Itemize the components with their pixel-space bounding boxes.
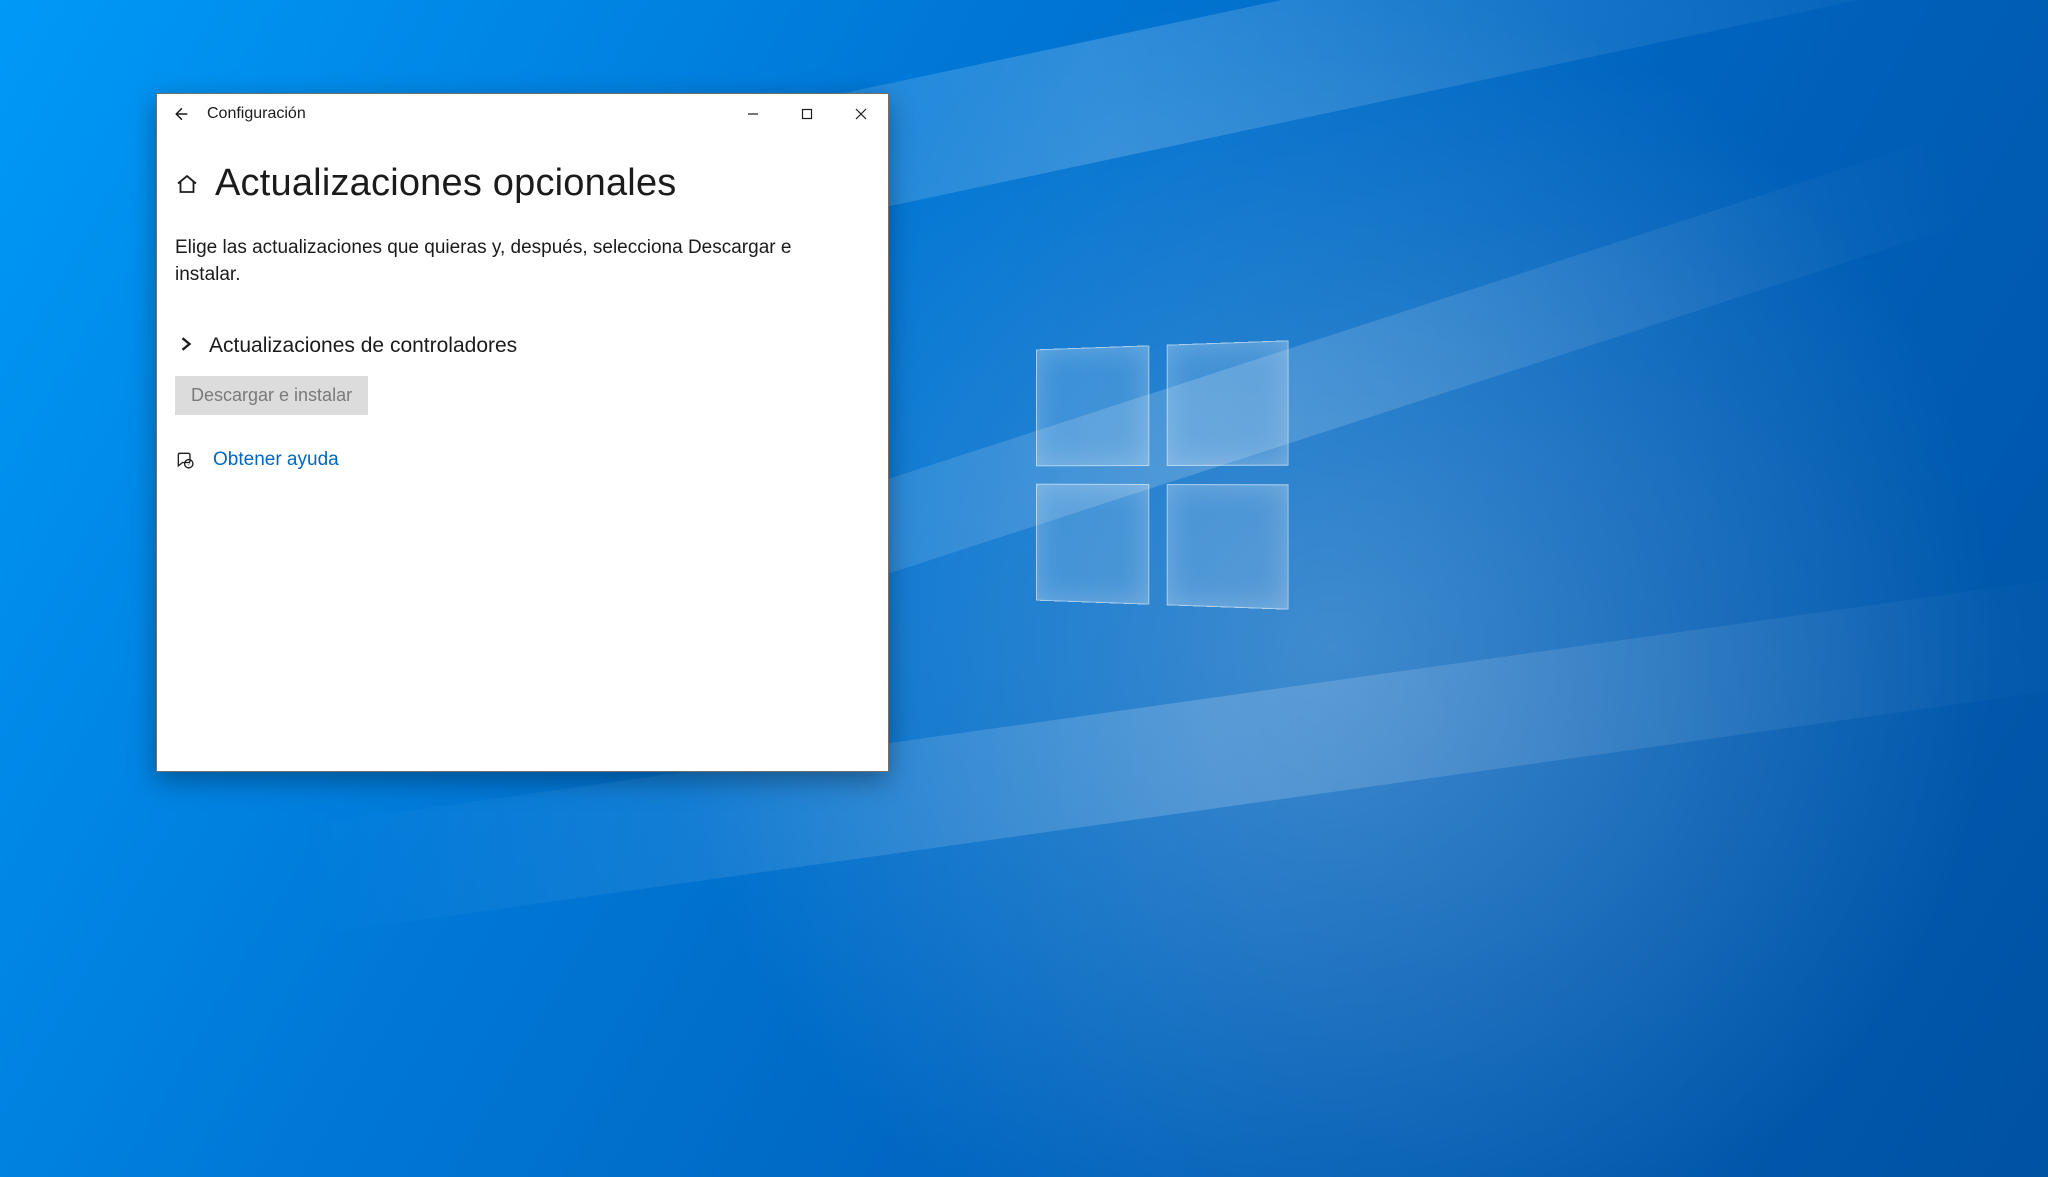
arrow-left-icon <box>171 105 189 123</box>
home-icon[interactable] <box>175 172 199 196</box>
titlebar: Configuración <box>157 94 888 134</box>
back-button[interactable] <box>157 94 203 134</box>
chevron-right-icon <box>179 337 197 355</box>
download-install-button[interactable]: Descargar e instalar <box>175 376 368 415</box>
settings-window: Configuración Actualizaciones opcionales… <box>156 93 889 772</box>
windows-logo-icon <box>1036 340 1289 609</box>
close-button[interactable] <box>834 94 888 134</box>
help-chat-icon: ? <box>175 450 195 470</box>
page-title: Actualizaciones opcionales <box>215 162 676 205</box>
window-controls <box>726 94 888 134</box>
get-help-link[interactable]: Obtener ayuda <box>213 449 339 471</box>
content-area: Actualizaciones opcionales Elige las act… <box>157 134 888 771</box>
maximize-button[interactable] <box>780 94 834 134</box>
section-title: Actualizaciones de controladores <box>209 334 517 358</box>
page-description: Elige las actualizaciones que quieras y,… <box>175 235 862 288</box>
help-row: ? Obtener ayuda <box>175 449 862 471</box>
minimize-button[interactable] <box>726 94 780 134</box>
driver-updates-section-header[interactable]: Actualizaciones de controladores <box>175 334 862 358</box>
window-title: Configuración <box>207 105 306 123</box>
page-heading: Actualizaciones opcionales <box>175 162 862 205</box>
